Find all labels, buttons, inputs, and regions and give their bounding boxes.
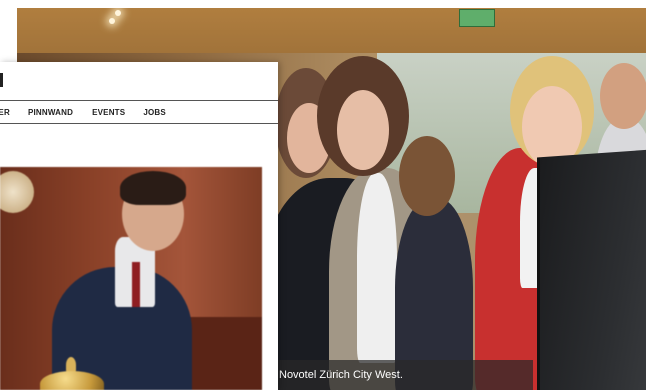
nav-item-pinnwand[interactable]: PINNWAND — [28, 108, 73, 117]
receptionist-tie — [132, 262, 140, 307]
white-turtleneck — [357, 173, 397, 363]
photo-caption: Novotel Zürich City West. — [279, 369, 403, 381]
nav-item-events[interactable]: EVENTS — [92, 108, 125, 117]
website-card: IER PINNWAND EVENTS JOBS — [0, 62, 278, 390]
bell-dome — [40, 371, 104, 390]
background-guest-hair — [399, 136, 455, 216]
ceiling-light — [109, 18, 115, 24]
kiosk-monitor — [537, 148, 646, 390]
logo — [0, 73, 3, 87]
receptionist-hair — [120, 171, 186, 205]
ceiling-light — [115, 10, 121, 16]
nav-divider-bottom — [0, 123, 278, 124]
hotel-reception-photo — [0, 167, 262, 390]
wall-clock-icon — [0, 171, 34, 213]
nav-item-jobs[interactable]: JOBS — [143, 108, 166, 117]
main-navigation: IER PINNWAND EVENTS JOBS — [0, 104, 166, 120]
woman-tweed-blazer-face — [337, 90, 389, 170]
reception-bell-icon — [40, 357, 104, 390]
exit-sign-icon — [459, 9, 495, 27]
nav-divider-top — [0, 100, 278, 101]
man-background-face — [600, 63, 646, 129]
screenshot-stage: Novotel Zürich City West. IER PINNWAND E… — [0, 0, 646, 390]
ceiling — [17, 8, 646, 53]
nav-item-ier[interactable]: IER — [0, 108, 10, 117]
